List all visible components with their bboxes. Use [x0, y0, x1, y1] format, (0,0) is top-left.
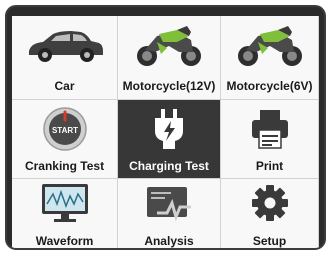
lightning-plug-icon [118, 104, 220, 154]
car-icon [12, 20, 117, 70]
waveform-tile[interactable]: Waveform [12, 179, 118, 248]
gear-icon [221, 181, 318, 225]
print-tile[interactable]: Print [221, 100, 319, 179]
setup-label: Setup [252, 234, 287, 248]
motorcycle-6v-label: Motorcycle(6V) [226, 79, 313, 93]
setup-tile[interactable]: Setup [221, 179, 319, 248]
cranking-test-tile[interactable]: START Cranking Test [12, 100, 118, 179]
charging-test-label: Charging Test [129, 159, 209, 173]
printer-icon [221, 104, 318, 154]
motorcycle-12v-label: Motorcycle(12V) [122, 79, 216, 93]
motorcycle-12v-tile[interactable]: Motorcycle(12V) [118, 16, 221, 100]
device-screen: Car Motorcycle(12V) Motorcycle(6V) START… [5, 5, 326, 250]
main-menu-grid: Car Motorcycle(12V) Motorcycle(6V) START… [12, 16, 319, 248]
motorcycle-icon [118, 20, 220, 70]
print-label: Print [255, 159, 284, 173]
analysis-label: Analysis [144, 234, 194, 248]
waveform-label: Waveform [35, 234, 94, 248]
motorcycle-6v-tile[interactable]: Motorcycle(6V) [221, 16, 319, 100]
motorcycle-icon [221, 20, 318, 70]
start-badge: START [51, 126, 77, 135]
car-label: Car [54, 79, 75, 93]
analysis-tile[interactable]: Analysis [118, 179, 221, 248]
analysis-chart-icon [118, 181, 220, 225]
charging-test-tile[interactable]: Charging Test [118, 100, 221, 179]
car-tile[interactable]: Car [12, 16, 118, 100]
monitor-waveform-icon [12, 181, 117, 225]
start-button-icon: START [12, 104, 117, 154]
cranking-test-label: Cranking Test [24, 159, 105, 173]
